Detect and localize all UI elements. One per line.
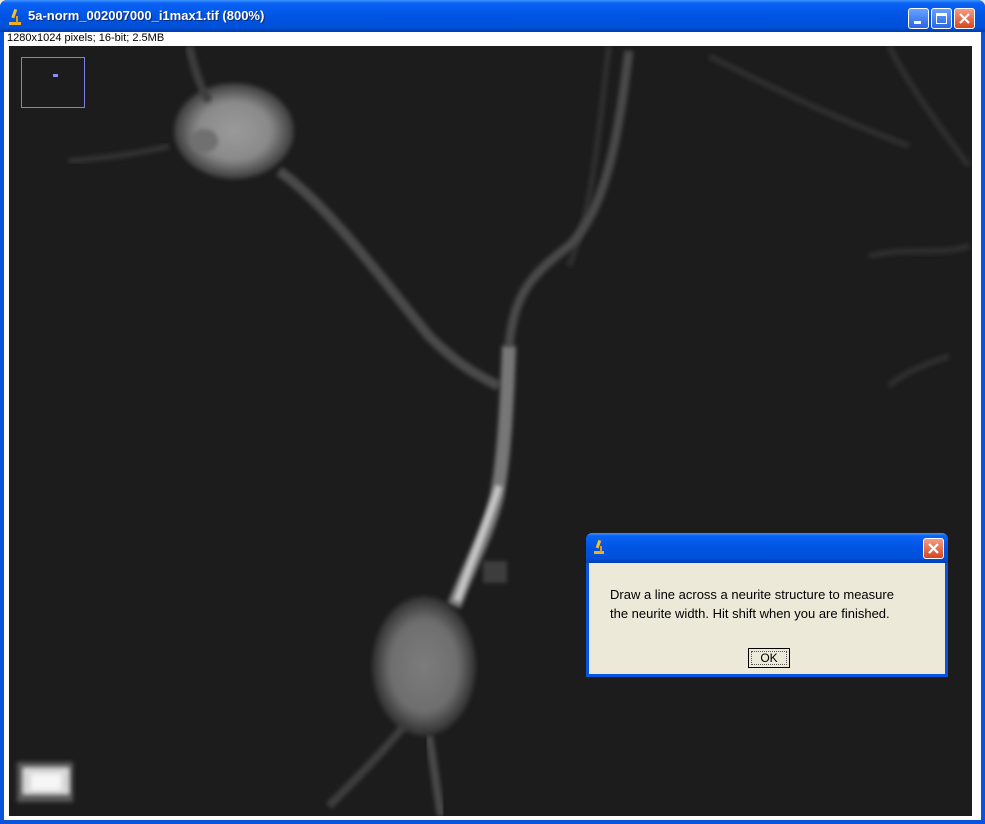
close-button[interactable] [954, 8, 975, 29]
maximize-button[interactable] [931, 8, 952, 29]
minimize-icon [914, 21, 921, 24]
dialog-body: Draw a line across a neurite structure t… [589, 563, 945, 674]
neuron-image [9, 46, 972, 816]
maximize-icon [936, 13, 947, 24]
image-window: 5a-norm_002007000_i1max1.tif (800%) 1280… [0, 0, 985, 824]
close-icon [959, 13, 970, 24]
image-panel: 1280x1024 pixels; 16-bit; 2.5MB [4, 32, 981, 820]
title-bar[interactable]: 5a-norm_002007000_i1max1.tif (800%) [0, 0, 985, 32]
window-title: 5a-norm_002007000_i1max1.tif (800%) [28, 8, 265, 23]
dialog-message: Draw a line across a neurite structure t… [610, 585, 930, 623]
dialog-close-button[interactable] [923, 538, 944, 559]
ok-button[interactable]: OK [748, 648, 790, 668]
dialog-message-line1: Draw a line across a neurite structure t… [610, 587, 894, 602]
close-icon [928, 543, 939, 554]
microscope-icon [594, 539, 604, 554]
microscope-icon [9, 8, 21, 25]
dialog-title-bar[interactable] [586, 533, 948, 563]
navigator-viewport-marker [53, 74, 58, 77]
instruction-dialog: Draw a line across a neurite structure t… [586, 533, 948, 677]
minimize-button[interactable] [908, 8, 929, 29]
navigator-overview-box[interactable] [21, 57, 85, 108]
dialog-message-line2: the neurite width. Hit shift when you ar… [610, 606, 890, 621]
image-canvas[interactable] [9, 46, 972, 816]
image-info: 1280x1024 pixels; 16-bit; 2.5MB [7, 32, 165, 44]
